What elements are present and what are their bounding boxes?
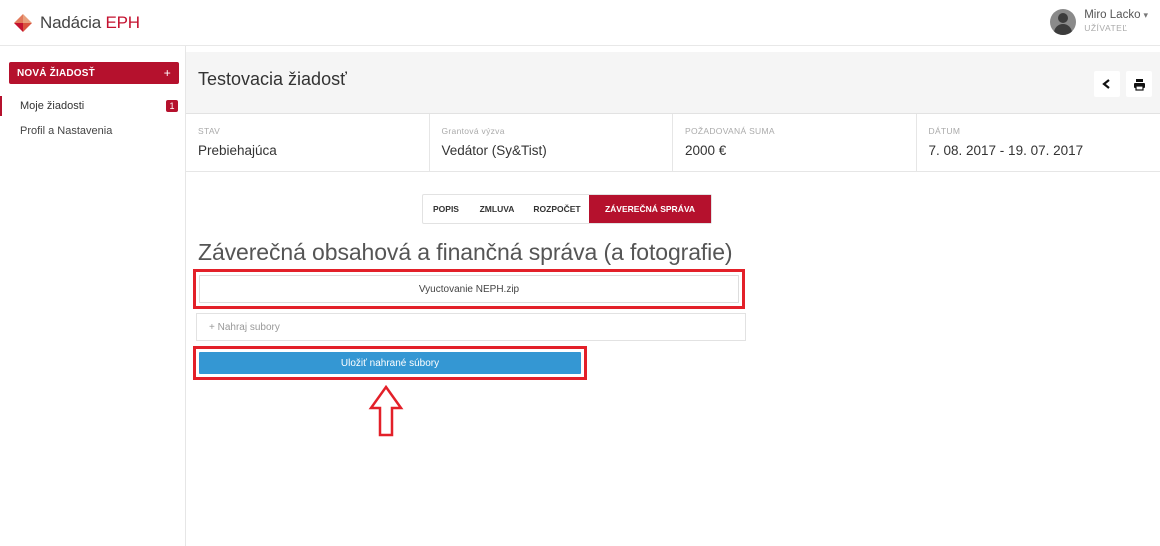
user-name: Miro Lacko bbox=[1084, 9, 1141, 21]
tab-final-report[interactable]: ZÁVEREČNÁ SPRÁVA bbox=[589, 195, 711, 223]
arrow-up-icon bbox=[368, 384, 404, 437]
tab-description[interactable]: POPIS bbox=[423, 195, 469, 223]
upload-files-label: + Nahraj subory bbox=[209, 321, 280, 333]
grant-call-label: Grantová výzva bbox=[441, 126, 505, 136]
uploaded-file-highlight: Vyuctovanie NEPH.zip bbox=[193, 269, 745, 309]
status-value: Prebiehajúca bbox=[198, 143, 277, 158]
date-cell: DÁTUM 7. 08. 2017 - 19. 07. 2017 bbox=[917, 114, 1160, 172]
logo[interactable]: Nadácia EPH bbox=[12, 12, 140, 34]
page-title: Testovacia žiadosť bbox=[198, 69, 347, 89]
chevron-left-icon bbox=[1102, 79, 1110, 89]
logo-mark-icon bbox=[14, 14, 32, 32]
status-cell: STAV Prebiehajúca bbox=[186, 114, 430, 172]
new-application-button[interactable]: NOVÁ ŽIADOSŤ + bbox=[9, 62, 179, 84]
tab-bar: POPIS ZMLUVA ROZPOČET ZÁVEREČNÁ SPRÁVA bbox=[422, 194, 712, 224]
new-application-label: NOVÁ ŽIADOSŤ bbox=[17, 67, 95, 79]
save-uploaded-files-button[interactable]: Uložiť nahrané súbory bbox=[199, 352, 581, 374]
date-label: DÁTUM bbox=[928, 126, 961, 136]
save-button-label: Uložiť nahrané súbory bbox=[340, 357, 440, 369]
sidebar-item-label: Moje žiadosti bbox=[20, 100, 85, 112]
tab-contract[interactable]: ZMLUVA bbox=[469, 195, 525, 223]
print-icon bbox=[1133, 78, 1145, 91]
amount-cell: POŽADOVANÁ SUMA 2000 € bbox=[673, 114, 917, 172]
upload-files-input[interactable]: + Nahraj subory bbox=[196, 313, 746, 341]
amount-value: 2000 € bbox=[685, 143, 727, 158]
chevron-down-icon: ▾ bbox=[1143, 10, 1148, 20]
tab-budget[interactable]: ROZPOČET bbox=[525, 195, 589, 223]
back-button[interactable] bbox=[1094, 71, 1120, 97]
avatar bbox=[1050, 9, 1077, 35]
user-menu[interactable]: Miro Lacko ▾ UŽÍVATEĽ bbox=[1050, 9, 1148, 35]
grant-call-cell: Grantová výzva Vedátor (Sy&Tist) bbox=[430, 114, 673, 172]
save-button-highlight: Uložiť nahrané súbory bbox=[193, 346, 587, 380]
logo-text: Nadácia EPH bbox=[40, 13, 140, 32]
page-header: Testovacia žiadosť bbox=[186, 52, 1160, 114]
uploaded-file-name[interactable]: Vyuctovanie NEPH.zip bbox=[419, 284, 519, 295]
status-label: STAV bbox=[198, 126, 221, 136]
sidebar: NOVÁ ŽIADOSŤ + Moje žiadosti 1 Profil a … bbox=[0, 46, 186, 546]
count-badge: 1 bbox=[166, 100, 178, 112]
sidebar-item-profile-settings[interactable]: Profil a Nastavenia bbox=[0, 121, 185, 141]
application-summary: STAV Prebiehajúca Grantová výzva Vedátor… bbox=[186, 114, 1160, 172]
amount-label: POŽADOVANÁ SUMA bbox=[685, 126, 775, 136]
grant-call-value: Vedátor (Sy&Tist) bbox=[441, 143, 547, 158]
sidebar-item-my-applications[interactable]: Moje žiadosti 1 bbox=[0, 96, 185, 116]
print-button[interactable] bbox=[1126, 71, 1152, 97]
section-title: Záverečná obsahová a finančná správa (a … bbox=[198, 239, 733, 265]
date-value: 7. 08. 2017 - 19. 07. 2017 bbox=[928, 143, 1084, 158]
user-role: UŽÍVATEĽ bbox=[1084, 22, 1128, 33]
sidebar-item-label: Profil a Nastavenia bbox=[20, 125, 113, 137]
top-bar: Nadácia EPH Miro Lacko ▾ UŽÍVATEĽ bbox=[0, 0, 1160, 46]
plus-icon: + bbox=[163, 66, 171, 80]
